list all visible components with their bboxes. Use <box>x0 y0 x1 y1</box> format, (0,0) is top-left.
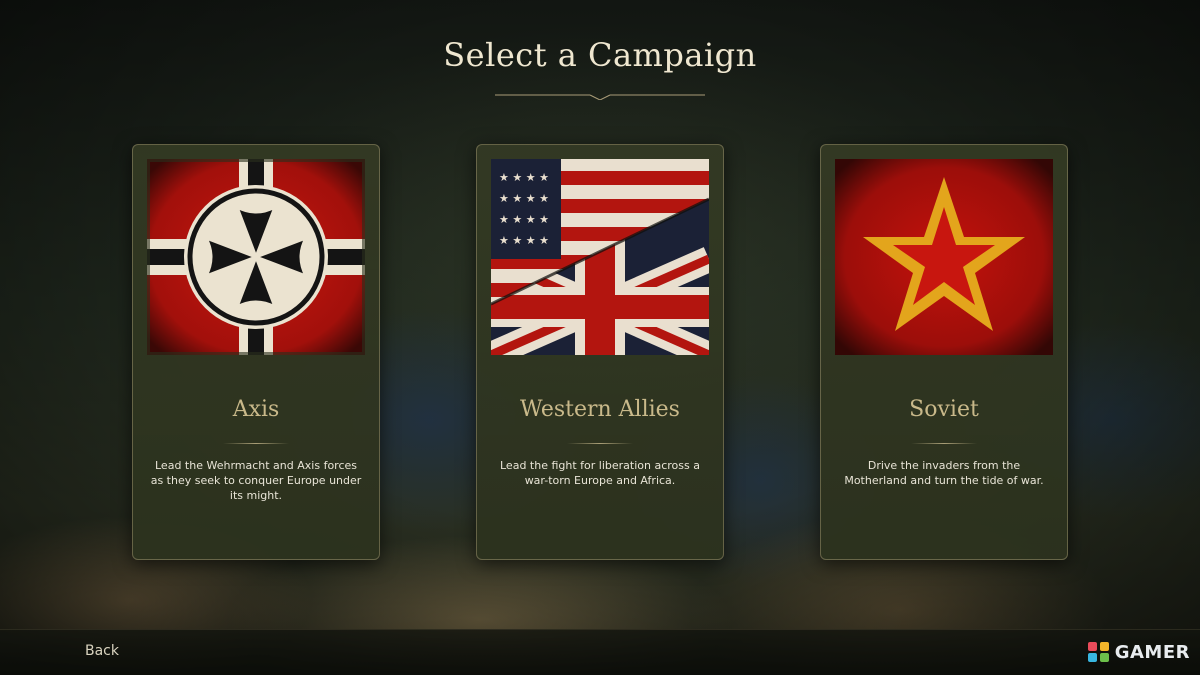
campaign-card-axis[interactable]: Axis Lead the Wehrmacht and Axis forces … <box>132 144 380 560</box>
campaign-name: Soviet <box>909 397 979 422</box>
campaign-description: Lead the fight for liberation across a w… <box>500 459 700 487</box>
campaign-description: Drive the invaders from the Motherland a… <box>844 459 1044 487</box>
page-title: Select a Campaign <box>443 36 757 74</box>
campaign-description: Lead the Wehrmacht and Axis forces as th… <box>150 459 362 502</box>
svg-text:★ ★ ★ ★: ★ ★ ★ ★ <box>499 213 549 226</box>
svg-text:★ ★ ★ ★: ★ ★ ★ ★ <box>499 171 549 184</box>
title-divider <box>495 94 705 100</box>
us-uk-flag-icon: ★ ★ ★ ★ ★ ★ ★ ★ ★ ★ ★ ★ ★ ★ ★ ★ <box>491 159 709 355</box>
soviet-star-flag-icon <box>835 159 1053 355</box>
campaign-name: Axis <box>232 397 280 422</box>
name-divider <box>223 443 289 444</box>
campaign-card-western-allies[interactable]: ★ ★ ★ ★ ★ ★ ★ ★ ★ ★ ★ ★ ★ ★ ★ ★ Western … <box>476 144 724 560</box>
campaign-card-soviet[interactable]: Soviet Drive the invaders from the Mothe… <box>820 144 1068 560</box>
svg-text:★ ★ ★ ★: ★ ★ ★ ★ <box>499 192 549 205</box>
back-button[interactable]: Back <box>85 643 119 659</box>
name-divider <box>911 443 977 444</box>
name-divider <box>567 443 633 444</box>
watermark-text: GAMER <box>1114 641 1190 663</box>
gamer-watermark: GAMER <box>1087 641 1190 663</box>
bottom-bar: Back GAMER <box>0 629 1200 675</box>
gamer-logo-icon <box>1087 642 1109 662</box>
iron-cross-flag-icon <box>147 159 365 355</box>
svg-text:★ ★ ★ ★: ★ ★ ★ ★ <box>499 234 549 247</box>
campaign-name: Western Allies <box>520 397 680 422</box>
